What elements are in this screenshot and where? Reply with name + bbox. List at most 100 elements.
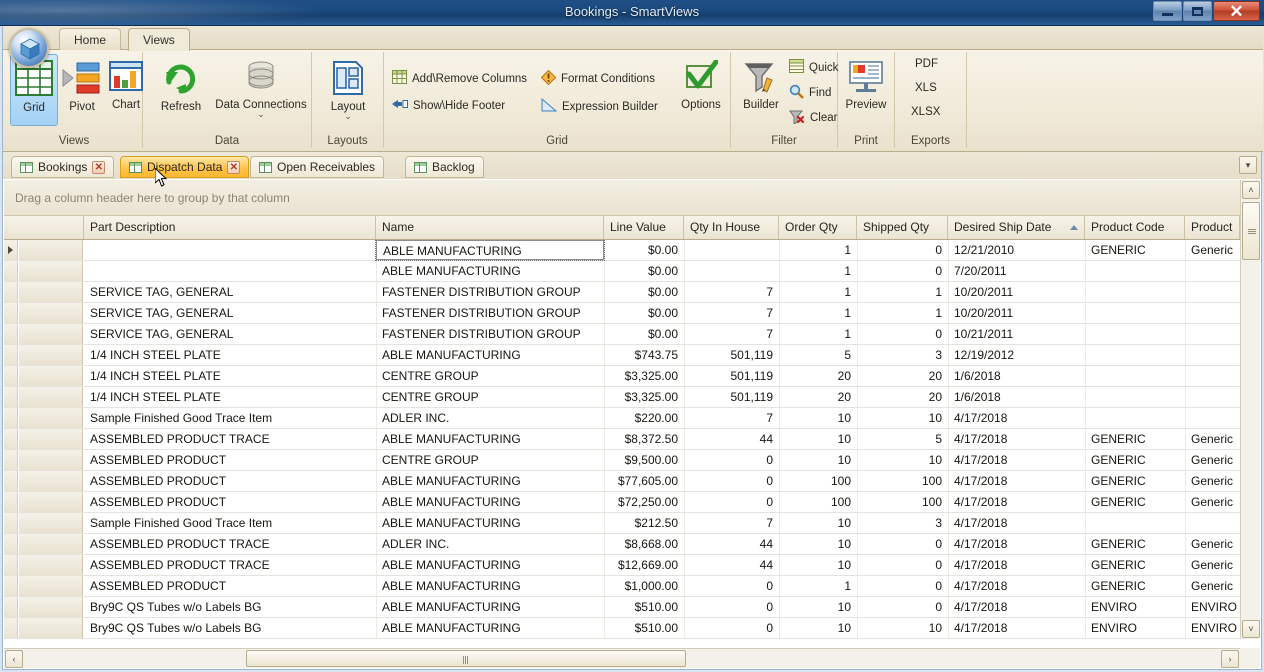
grid-header-order-qty[interactable]: Order Qty (779, 216, 857, 239)
layout-dropdown-icon[interactable]: ⌄ (322, 113, 374, 120)
row-header-cell[interactable] (19, 534, 83, 554)
grid-header-desired-ship-date[interactable]: Desired Ship Date (948, 216, 1085, 239)
cell-order-qty[interactable]: 100 (779, 471, 857, 491)
cell-shipped-qty[interactable]: 3 (857, 345, 948, 365)
export-xls-button[interactable]: XLS (915, 82, 937, 94)
cell-shipped-qty[interactable]: 0 (857, 324, 948, 344)
cell-name[interactable]: ABLE MANUFACTURING (376, 492, 604, 512)
cell-product-group[interactable]: Generic (1185, 534, 1240, 554)
cell-name[interactable]: FASTENER DISTRIBUTION GROUP (376, 303, 604, 323)
cell-shipped-qty[interactable]: 100 (857, 471, 948, 491)
cell-product-group[interactable]: Generic (1185, 576, 1240, 596)
table-row[interactable]: ABLE MANUFACTURING$0.00107/20/2011 (4, 261, 1240, 282)
cell-name[interactable]: ABLE MANUFACTURING (376, 555, 604, 575)
cell-product-code[interactable] (1085, 366, 1185, 386)
cell-product-code[interactable] (1085, 408, 1185, 428)
cell-part-description[interactable]: ASSEMBLED PRODUCT TRACE (84, 555, 376, 575)
quick-filter-button[interactable]: Quick (789, 59, 838, 76)
cell-product-code[interactable] (1085, 324, 1185, 344)
table-row[interactable]: Bry9C QS Tubes w/o Labels BGABLE MANUFAC… (4, 597, 1240, 618)
cell-line-value[interactable]: $1,000.00 (604, 576, 684, 596)
cell-order-qty[interactable]: 20 (779, 366, 857, 386)
cell-qty-in-house[interactable]: 0 (684, 597, 779, 617)
grid-header-product-code[interactable]: Product Code (1085, 216, 1185, 239)
grid-header-product-group[interactable]: Product (1185, 216, 1240, 239)
cell-product-code[interactable] (1085, 282, 1185, 302)
table-row[interactable]: Sample Finished Good Trace ItemABLE MANU… (4, 513, 1240, 534)
cell-qty-in-house[interactable]: 44 (684, 429, 779, 449)
cell-product-group[interactable] (1185, 303, 1240, 323)
cell-part-description[interactable] (84, 261, 376, 281)
cell-name[interactable]: ABLE MANUFACTURING (376, 261, 604, 281)
doc-tab-dispatch-data[interactable]: Dispatch Data ✕ (120, 156, 249, 178)
doc-tab-backlog[interactable]: Backlog (405, 156, 484, 178)
cell-line-value[interactable]: $0.00 (604, 303, 684, 323)
row-header-cell[interactable] (19, 408, 83, 428)
doc-tab-bookings-close-icon[interactable]: ✕ (92, 161, 105, 174)
cell-name[interactable]: CENTRE GROUP (376, 450, 604, 470)
cell-qty-in-house[interactable]: 501,119 (684, 387, 779, 407)
cell-desired-ship-date[interactable]: 4/17/2018 (948, 534, 1085, 554)
cell-desired-ship-date[interactable]: 4/17/2018 (948, 513, 1085, 533)
find-button[interactable]: Find (789, 84, 831, 102)
table-row[interactable]: 1/4 INCH STEEL PLATEABLE MANUFACTURING$7… (4, 345, 1240, 366)
cell-product-group[interactable] (1185, 366, 1240, 386)
cell-name[interactable]: ABLE MANUFACTURING (376, 597, 604, 617)
table-row[interactable]: ASSEMBLED PRODUCTCENTRE GROUP$9,500.0001… (4, 450, 1240, 471)
cell-desired-ship-date[interactable]: 4/17/2018 (948, 429, 1085, 449)
cell-part-description[interactable]: SERVICE TAG, GENERAL (84, 282, 376, 302)
cell-product-group[interactable]: Generic (1185, 471, 1240, 491)
table-row[interactable]: Bry9C QS Tubes w/o Labels BGABLE MANUFAC… (4, 618, 1240, 639)
maximize-button[interactable] (1183, 1, 1212, 21)
grid-header-qty-in-house[interactable]: Qty In House (684, 216, 779, 239)
row-header-cell[interactable] (19, 366, 83, 386)
cell-shipped-qty[interactable]: 10 (857, 450, 948, 470)
cell-shipped-qty[interactable]: 0 (857, 534, 948, 554)
cell-qty-in-house[interactable]: 0 (684, 492, 779, 512)
cell-order-qty[interactable]: 1 (779, 282, 857, 302)
table-row[interactable]: ASSEMBLED PRODUCTABLE MANUFACTURING$77,6… (4, 471, 1240, 492)
table-row[interactable]: ABLE MANUFACTURING$0.001012/21/2010GENER… (4, 240, 1240, 261)
cell-line-value[interactable]: $0.00 (604, 324, 684, 344)
cell-desired-ship-date[interactable]: 4/17/2018 (948, 576, 1085, 596)
cell-order-qty[interactable]: 10 (779, 513, 857, 533)
cell-order-qty[interactable]: 10 (779, 555, 857, 575)
cell-qty-in-house[interactable]: 0 (684, 576, 779, 596)
cell-name[interactable]: ABLE MANUFACTURING (376, 345, 604, 365)
cell-qty-in-house[interactable]: 7 (684, 324, 779, 344)
cell-desired-ship-date[interactable]: 12/21/2010 (948, 240, 1085, 260)
cell-shipped-qty[interactable]: 10 (857, 618, 948, 638)
table-row[interactable]: ASSEMBLED PRODUCT TRACEABLE MANUFACTURIN… (4, 429, 1240, 450)
table-row[interactable]: ASSEMBLED PRODUCTABLE MANUFACTURING$1,00… (4, 576, 1240, 597)
format-conditions-button[interactable]: Format Conditions (541, 70, 655, 88)
cell-product-group[interactable] (1185, 408, 1240, 428)
cell-part-description[interactable]: Bry9C QS Tubes w/o Labels BG (84, 597, 376, 617)
cell-qty-in-house[interactable]: 0 (684, 450, 779, 470)
cell-qty-in-house[interactable]: 501,119 (684, 366, 779, 386)
row-header-cell[interactable] (19, 618, 83, 638)
cell-order-qty[interactable]: 10 (779, 534, 857, 554)
cell-order-qty[interactable]: 100 (779, 492, 857, 512)
cell-product-code[interactable] (1085, 303, 1185, 323)
cell-order-qty[interactable]: 10 (779, 429, 857, 449)
cell-part-description[interactable]: 1/4 INCH STEEL PLATE (84, 387, 376, 407)
close-button[interactable]: ✕ (1213, 1, 1260, 21)
export-xlsx-button[interactable]: XLSX (911, 106, 940, 118)
grid-header-name[interactable]: Name (376, 216, 604, 239)
cell-name[interactable]: ADLER INC. (376, 408, 604, 428)
cell-name[interactable]: FASTENER DISTRIBUTION GROUP (376, 282, 604, 302)
application-menu-button[interactable] (9, 28, 49, 68)
cell-order-qty[interactable]: 10 (779, 450, 857, 470)
cell-shipped-qty[interactable]: 1 (857, 282, 948, 302)
grid-header-shipped-qty[interactable]: Shipped Qty (857, 216, 948, 239)
grid-horizontal-scrollbar[interactable]: ‹ › (4, 648, 1240, 668)
row-header-cell[interactable] (19, 429, 83, 449)
cell-qty-in-house[interactable]: 44 (684, 534, 779, 554)
clear-filter-button[interactable]: Clear (789, 109, 837, 127)
cell-part-description[interactable]: ASSEMBLED PRODUCT (84, 492, 376, 512)
cell-line-value[interactable]: $77,605.00 (604, 471, 684, 491)
cell-qty-in-house[interactable]: 7 (684, 282, 779, 302)
table-row[interactable]: SERVICE TAG, GENERALFASTENER DISTRIBUTIO… (4, 282, 1240, 303)
export-pdf-button[interactable]: PDF (915, 58, 938, 70)
cell-desired-ship-date[interactable]: 10/20/2011 (948, 282, 1085, 302)
